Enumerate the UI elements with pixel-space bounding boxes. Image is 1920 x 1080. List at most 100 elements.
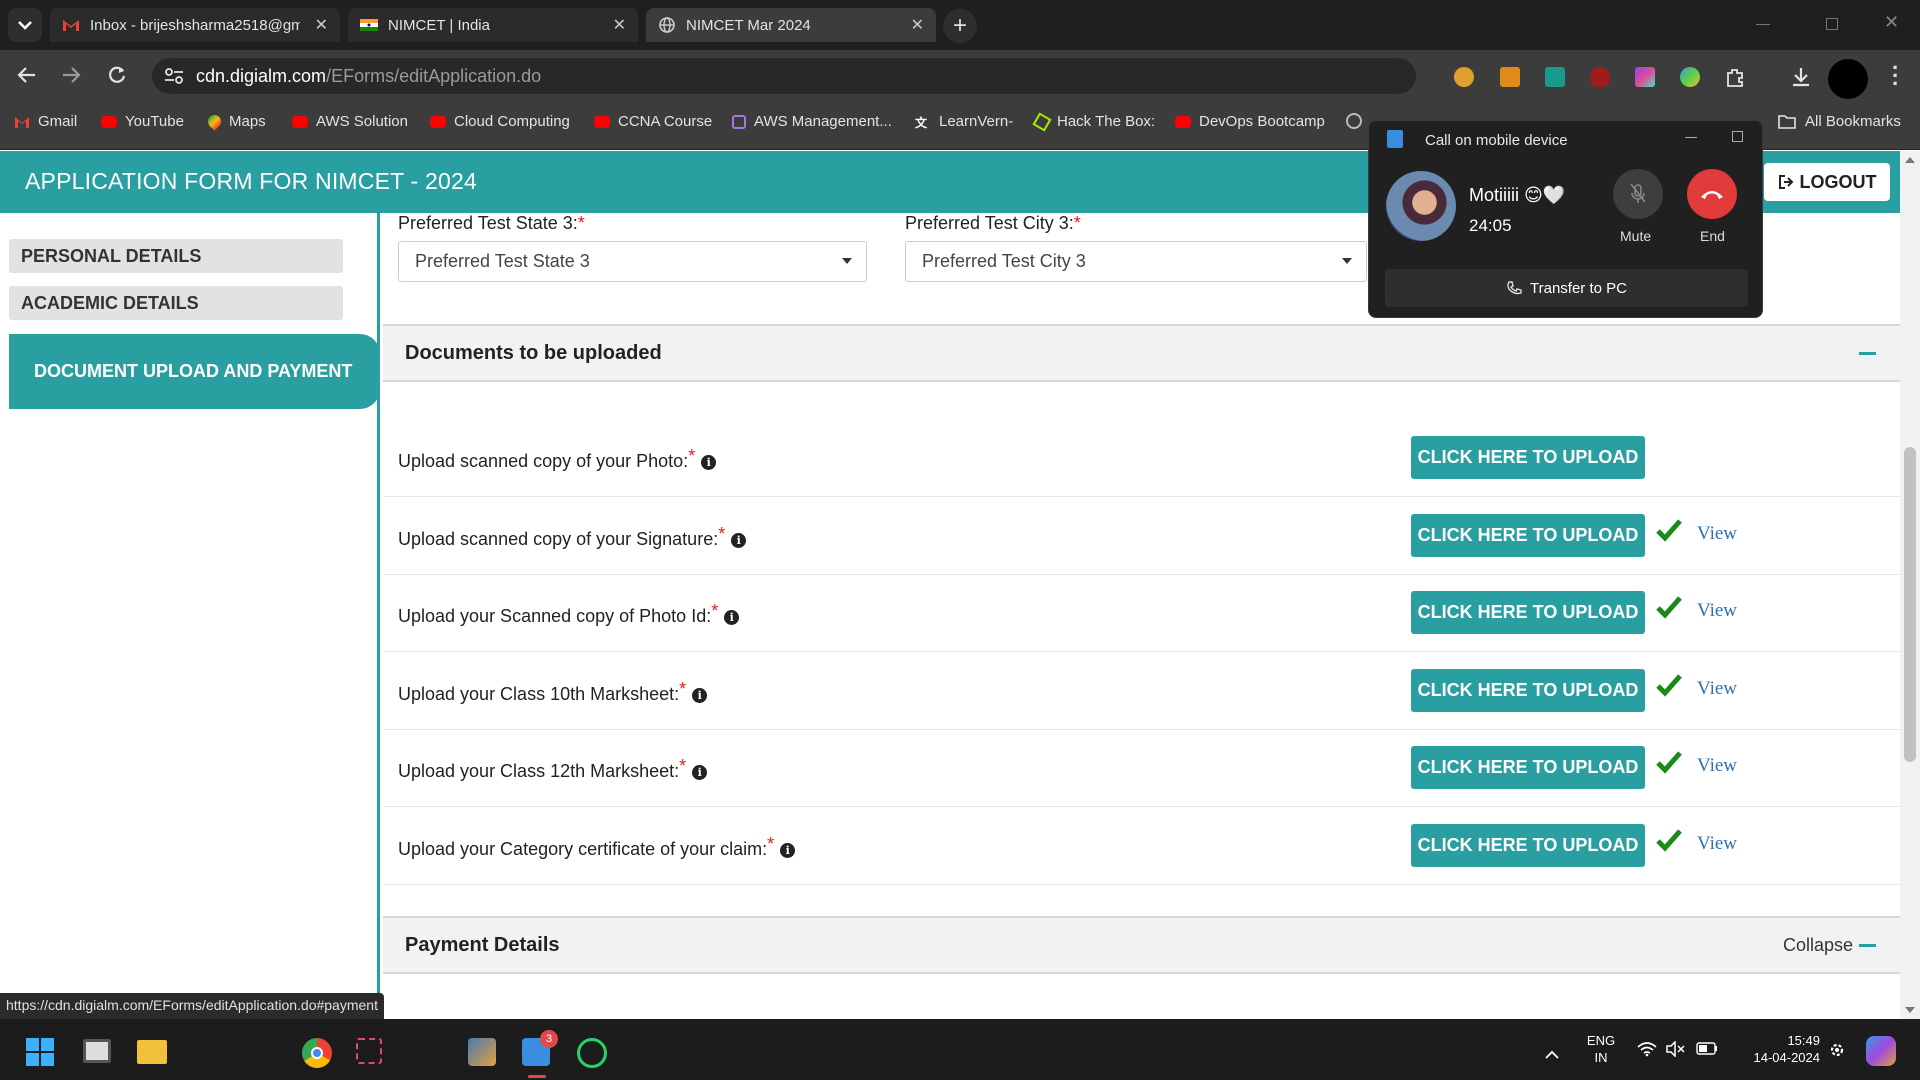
language-indicator[interactable]: ENG IN xyxy=(1582,1032,1620,1066)
click-here-to-upload-button[interactable]: CLICK HERE TO UPLOAD xyxy=(1411,746,1645,789)
restore-window-button[interactable] xyxy=(1826,18,1838,30)
tab-gmail[interactable]: Inbox - brijeshsharma2518@gm ✕ xyxy=(50,8,340,42)
file-explorer-icon[interactable] xyxy=(137,1040,167,1064)
bookmark-youtube[interactable]: YouTube xyxy=(101,113,184,130)
chrome-icon[interactable] xyxy=(302,1038,332,1068)
close-icon[interactable]: ✕ xyxy=(315,15,328,35)
popup-minimize-button[interactable] xyxy=(1685,137,1697,138)
info-icon[interactable]: i xyxy=(724,610,740,625)
collapse-minus-icon[interactable] xyxy=(1859,944,1876,947)
preferred-test-state-3-select[interactable]: Preferred Test State 3 xyxy=(398,241,867,282)
logout-button[interactable]: LOGOUT xyxy=(1764,163,1890,201)
click-here-to-upload-button[interactable]: CLICK HERE TO UPLOAD xyxy=(1411,514,1645,557)
all-bookmarks[interactable]: All Bookmarks xyxy=(1777,113,1901,130)
tab-nimcet-india[interactable]: NIMCET | India ✕ xyxy=(348,8,638,42)
youtube-icon xyxy=(101,115,117,128)
bookmark-ccna-course[interactable]: CCNA Course xyxy=(594,113,712,130)
forward-arrow-icon[interactable] xyxy=(62,66,82,84)
bookmark-learnvern[interactable]: 文 LearnVern- xyxy=(915,113,1013,130)
required-mark: * xyxy=(1073,213,1081,233)
download-icon[interactable] xyxy=(1790,66,1812,88)
info-icon[interactable]: i xyxy=(780,843,796,858)
bookmark-devops-bootcamp[interactable]: DevOps Bootcamp xyxy=(1175,113,1325,130)
bookmark-gmail[interactable]: Gmail xyxy=(14,113,77,130)
tab-title: NIMCET Mar 2024 xyxy=(686,16,811,34)
info-icon[interactable]: i xyxy=(692,688,708,703)
view-link[interactable]: View xyxy=(1697,600,1737,622)
tab-search-button[interactable] xyxy=(8,8,42,42)
click-here-to-upload-button[interactable]: CLICK HERE TO UPLOAD xyxy=(1411,591,1645,634)
mute-button[interactable] xyxy=(1613,169,1663,219)
click-here-to-upload-button[interactable]: CLICK HERE TO UPLOAD xyxy=(1411,436,1645,479)
chevron-up-icon[interactable] xyxy=(1545,1050,1559,1059)
mic-off-icon xyxy=(1630,183,1646,203)
whatsapp-icon[interactable] xyxy=(577,1038,607,1068)
documents-section-header[interactable]: Documents to be uploaded xyxy=(383,324,1900,382)
extension-icon-6[interactable] xyxy=(1680,67,1700,87)
page-scrollbar[interactable] xyxy=(1900,151,1920,1019)
new-tab-button[interactable]: + xyxy=(943,9,977,43)
bookmark-label: DevOps Bootcamp xyxy=(1199,113,1325,130)
bookmark-chatgpt[interactable] xyxy=(1346,113,1362,129)
view-link[interactable]: View xyxy=(1697,833,1737,855)
sidebar-item-label: PERSONAL DETAILS xyxy=(21,245,202,266)
call-popup: Call on mobile device Motiiiii 😊🤍 24:05 … xyxy=(1368,120,1763,318)
transfer-label: Transfer to PC xyxy=(1530,279,1627,297)
transfer-to-pc-button[interactable]: Transfer to PC xyxy=(1385,269,1748,307)
info-icon[interactable]: i xyxy=(692,765,708,780)
extension-icon-2[interactable] xyxy=(1500,67,1520,87)
snipping-tool-icon[interactable] xyxy=(356,1038,382,1064)
scrollbar-thumb[interactable] xyxy=(1904,447,1916,762)
sidebar-item-personal-details[interactable]: PERSONAL DETAILS xyxy=(9,239,343,273)
click-here-to-upload-button[interactable]: CLICK HERE TO UPLOAD xyxy=(1411,669,1645,712)
tab-nimcet-mar-2024[interactable]: NIMCET Mar 2024 ✕ xyxy=(646,8,936,42)
copilot-icon[interactable] xyxy=(1866,1036,1896,1066)
payment-section-header[interactable]: Payment Details Collapse xyxy=(383,916,1900,974)
collapse-minus-icon[interactable] xyxy=(1859,352,1876,355)
bookmark-cloud-computing[interactable]: Cloud Computing xyxy=(430,113,570,130)
kebab-menu-icon[interactable]: · · · xyxy=(1892,57,1899,95)
gear-settings-icon[interactable] xyxy=(1828,1041,1846,1059)
bookmark-hack-the-box[interactable]: Hack The Box: xyxy=(1032,111,1155,132)
scroll-up-arrow-icon[interactable] xyxy=(1905,157,1915,163)
extension-icon-3[interactable] xyxy=(1545,67,1565,87)
sidebar-item-academic-details[interactable]: ACADEMIC DETAILS xyxy=(9,286,343,320)
end-call-button[interactable] xyxy=(1687,169,1737,219)
windows-start-icon[interactable] xyxy=(26,1038,54,1066)
reload-icon[interactable] xyxy=(107,65,127,85)
address-bar[interactable]: cdn.digialm.com/EForms/editApplication.d… xyxy=(152,58,1416,94)
extension-icon-1[interactable] xyxy=(1454,67,1474,87)
volume-muted-icon[interactable] xyxy=(1665,1041,1685,1057)
scroll-down-arrow-icon[interactable] xyxy=(1905,1007,1915,1013)
minimize-window-button[interactable] xyxy=(1756,24,1770,25)
extension-icon-5[interactable] xyxy=(1635,67,1655,87)
click-here-to-upload-button[interactable]: CLICK HERE TO UPLOAD xyxy=(1411,824,1645,867)
bookmark-aws-solution[interactable]: AWS Solution xyxy=(292,113,408,130)
info-icon[interactable]: i xyxy=(731,533,747,548)
photos-app-icon[interactable] xyxy=(468,1038,496,1066)
bookmark-maps[interactable]: Maps xyxy=(205,112,266,131)
info-icon[interactable]: i xyxy=(701,455,717,470)
task-view-icon[interactable] xyxy=(83,1039,111,1063)
view-link[interactable]: View xyxy=(1697,523,1737,545)
view-link[interactable]: View xyxy=(1697,755,1737,777)
clock[interactable]: 15:49 14-04-2024 xyxy=(1730,1032,1821,1066)
close-icon[interactable]: ✕ xyxy=(911,15,924,35)
close-icon[interactable]: ✕ xyxy=(613,15,626,35)
battery-icon[interactable] xyxy=(1696,1042,1718,1055)
wifi-icon[interactable] xyxy=(1637,1041,1657,1057)
popup-maximize-button[interactable] xyxy=(1732,131,1743,142)
ublock-icon[interactable] xyxy=(1590,67,1610,87)
close-window-button[interactable]: ✕ xyxy=(1884,12,1899,33)
bookmark-aws-management[interactable]: AWS Management... xyxy=(732,113,892,130)
back-arrow-icon[interactable] xyxy=(16,66,36,84)
puzzle-extensions-icon[interactable] xyxy=(1724,66,1746,88)
document-upload-row: Upload your Class 12th Marksheet:* i CLICK… xyxy=(383,730,1900,807)
bookmark-label: Gmail xyxy=(38,113,78,130)
profile-avatar[interactable] xyxy=(1828,59,1868,99)
site-settings-icon[interactable] xyxy=(164,67,184,85)
view-link[interactable]: View xyxy=(1697,678,1737,700)
preferred-test-city-3-select[interactable]: Preferred Test City 3 xyxy=(905,241,1367,282)
sidebar-item-document-upload-and-payment[interactable]: DOCUMENT UPLOAD AND PAYMENT xyxy=(9,334,380,409)
collapse-label[interactable]: Collapse xyxy=(1783,935,1853,956)
